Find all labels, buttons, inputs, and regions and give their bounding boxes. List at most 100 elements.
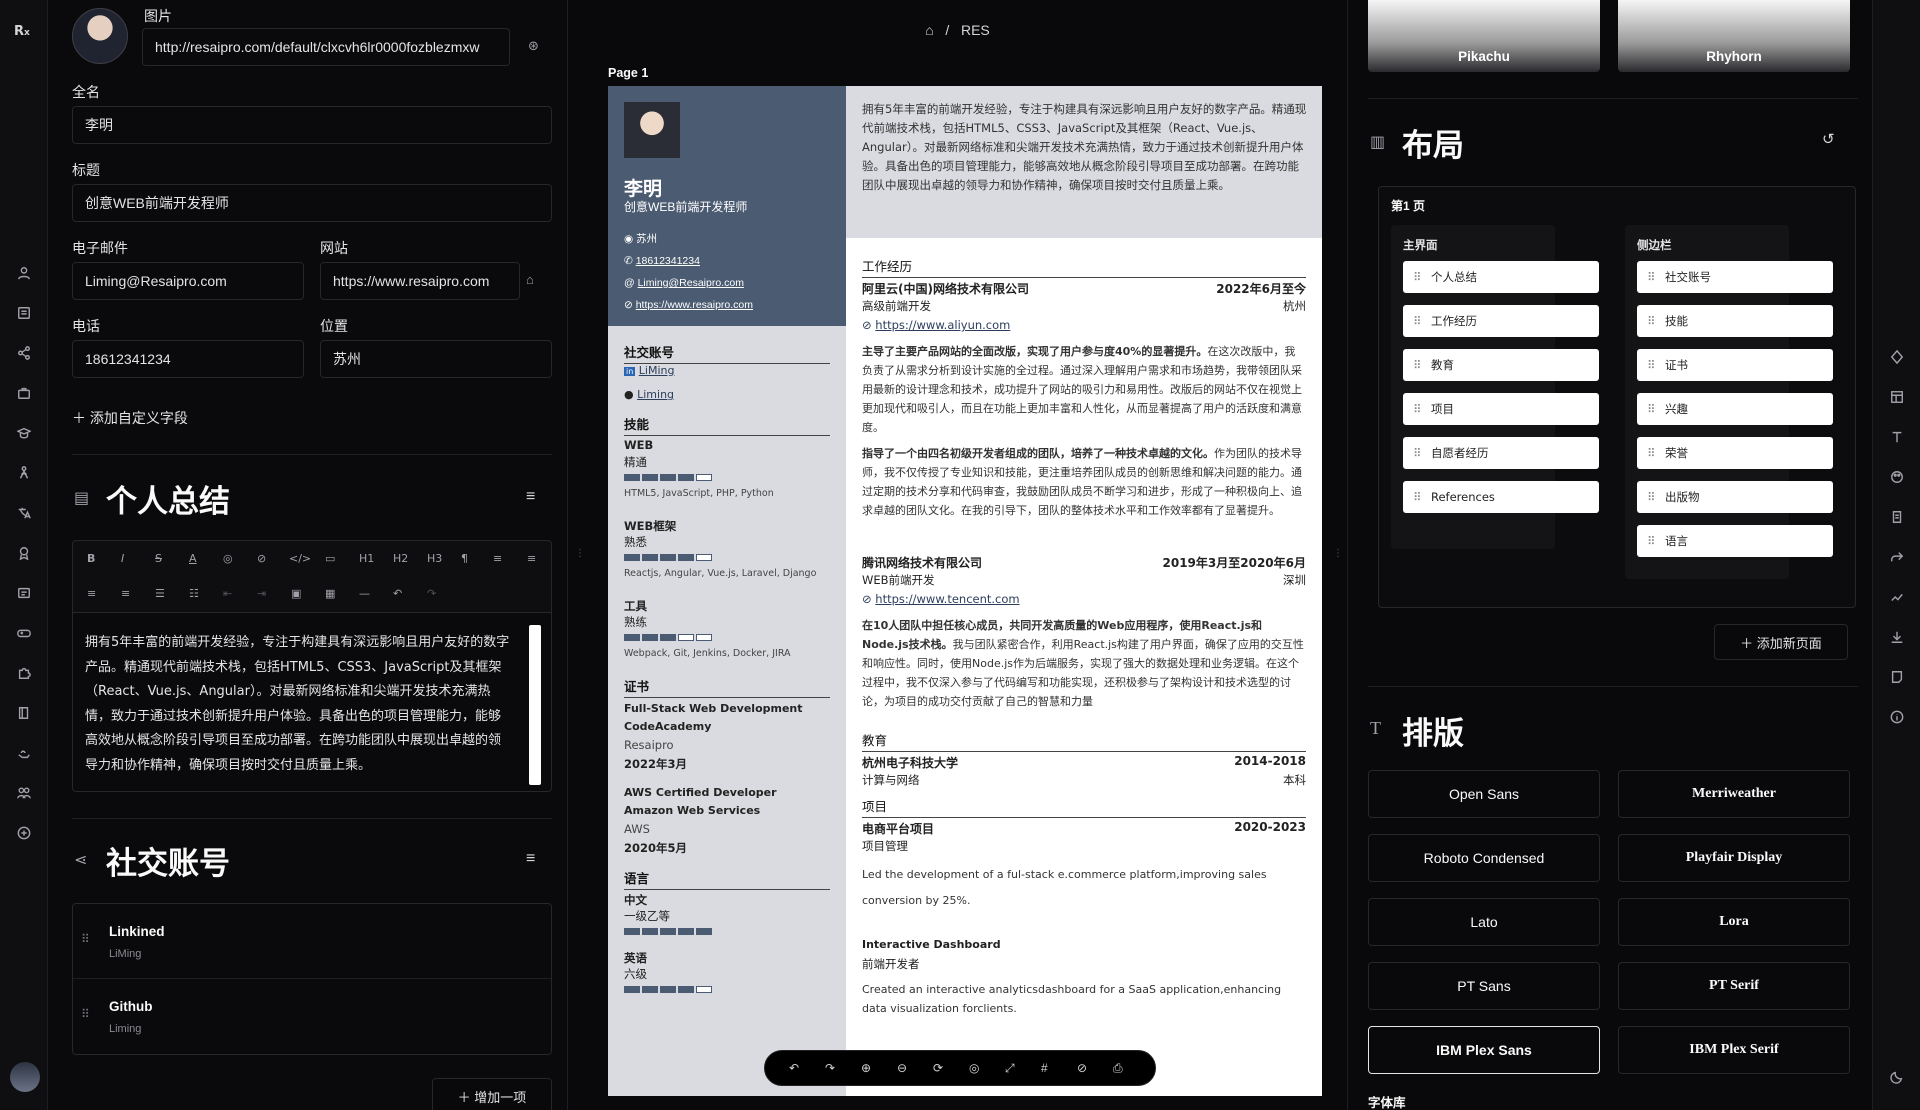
email-input[interactable]: Liming@Resaipro.com <box>72 262 304 300</box>
copy-link-icon[interactable]: ⊘ <box>1077 1061 1087 1075</box>
drag-handle-icon[interactable]: ⠿ <box>81 932 90 946</box>
resume-website-text[interactable]: https://www.resaipro.com <box>636 299 753 311</box>
drag-handle-icon[interactable]: ⠿ <box>1413 305 1421 337</box>
redo-icon[interactable]: ↷ <box>825 1061 835 1075</box>
download-icon[interactable] <box>1873 624 1920 650</box>
font-option[interactable]: Roboto Condensed <box>1368 834 1600 882</box>
resume-phone-text[interactable]: 18612341234 <box>636 255 700 267</box>
article-icon[interactable] <box>0 300 48 326</box>
font-option[interactable]: Lora <box>1618 898 1850 946</box>
font-option[interactable]: IBM Plex Serif <box>1618 1026 1850 1074</box>
drag-handle-icon[interactable]: ⠿ <box>1647 261 1655 293</box>
github-link[interactable]: Liming <box>637 388 674 401</box>
aperture-icon[interactable]: ⊛ <box>528 38 539 54</box>
fullname-input[interactable]: 李明 <box>72 106 552 144</box>
home-icon[interactable]: ⌂ <box>925 22 933 38</box>
interests-icon[interactable] <box>0 580 48 606</box>
info-icon[interactable] <box>1873 704 1920 730</box>
layout-item[interactable]: ⠿ 社交账号 <box>1637 261 1833 293</box>
layout-item[interactable]: ⠿ 出版物 <box>1637 481 1833 513</box>
template-card[interactable]: Rhyhorn <box>1618 0 1850 72</box>
headline-input[interactable]: 创意WEB前端开发程师 <box>72 184 552 222</box>
drag-handle-icon[interactable]: ⠿ <box>1647 437 1655 469</box>
download-pdf-icon[interactable]: ⎙ <box>1113 1061 1123 1076</box>
puzzle-icon[interactable] <box>0 660 48 686</box>
add-custom-field-button[interactable]: ＋ 添加自定义字段 <box>72 408 188 428</box>
add-item-button[interactable]: ＋ 增加一项 <box>432 1078 552 1110</box>
layout-item[interactable]: ⠿ 自愿者经历 <box>1403 437 1599 469</box>
graduation-cap-icon[interactable] <box>0 420 48 446</box>
statistics-icon[interactable] <box>1873 584 1920 610</box>
palette-icon[interactable] <box>1873 464 1920 490</box>
expand-icon[interactable]: ⤢ <box>1005 1061 1015 1076</box>
outdent-icon[interactable]: ⇤ <box>223 587 232 600</box>
ordered-list-icon[interactable]: ☷ <box>189 587 199 600</box>
center-view-icon[interactable]: ◎ <box>969 1061 979 1075</box>
reset-zoom-icon[interactable]: ⟳ <box>933 1061 943 1075</box>
skills-icon[interactable] <box>0 460 48 486</box>
layout-item[interactable]: ⠿ 教育 <box>1403 349 1599 381</box>
layout-item[interactable]: ⠿ 兴趣 <box>1637 393 1833 425</box>
typography-icon[interactable] <box>1873 424 1920 450</box>
zoom-out-icon[interactable]: ⊖ <box>897 1061 907 1075</box>
template-icon[interactable] <box>1873 344 1920 370</box>
layout-item[interactable]: ⠿ 个人总结 <box>1403 261 1599 293</box>
drag-handle-icon[interactable]: ⠿ <box>1647 393 1655 425</box>
drag-handle-icon[interactable]: ⠿ <box>1413 437 1421 469</box>
award-icon[interactable] <box>0 540 48 566</box>
location-input[interactable]: 苏州 <box>320 340 552 378</box>
align-right-icon[interactable]: ≡ <box>87 587 96 600</box>
font-option[interactable]: IBM Plex Sans <box>1368 1026 1600 1074</box>
drag-handle-icon[interactable]: ⠿ <box>1647 305 1655 337</box>
undo-icon[interactable]: ↶ <box>789 1061 799 1075</box>
photo-url-input[interactable]: http://resaipro.com/default/clxcvh6lr000… <box>142 28 510 66</box>
company-url[interactable]: https://www.tencent.com <box>875 592 1019 606</box>
users-icon[interactable] <box>0 780 48 806</box>
user-avatar[interactable] <box>10 1062 40 1092</box>
editor-scrollbar[interactable] <box>529 625 541 785</box>
resume-email-text[interactable]: Liming@Resaipro.com <box>638 277 744 289</box>
heading3-icon[interactable]: H3 <box>427 552 442 565</box>
drag-handle-icon[interactable]: ⠿ <box>1647 349 1655 381</box>
resize-handle-right[interactable]: ⋮ <box>1333 548 1343 559</box>
drag-handle-icon[interactable]: ⠿ <box>1413 393 1421 425</box>
code-block-icon[interactable]: ▭ <box>325 552 335 565</box>
drag-handle-icon[interactable]: ⠿ <box>1413 349 1421 381</box>
layout-item[interactable]: ⠿ 语言 <box>1637 525 1833 557</box>
profile-photo[interactable] <box>72 8 128 64</box>
image-icon[interactable]: ▣ <box>291 587 301 600</box>
paragraph-icon[interactable]: ¶ <box>461 552 468 565</box>
table-icon[interactable]: ▦ <box>325 587 335 600</box>
indent-icon[interactable]: ⇥ <box>257 587 266 600</box>
strikethrough-icon[interactable]: S <box>155 552 162 565</box>
layout-item[interactable]: ⠿ 项目 <box>1403 393 1599 425</box>
user-icon[interactable] <box>0 260 48 286</box>
layout-item[interactable]: ⠿ References <box>1403 481 1599 513</box>
drag-handle-icon[interactable]: ⠿ <box>1413 481 1421 513</box>
add-page-button[interactable]: ＋ 添加新页面 <box>1714 624 1848 660</box>
horizontal-rule-icon[interactable]: — <box>359 587 370 600</box>
layout-item[interactable]: ⠿ 荣誉 <box>1637 437 1833 469</box>
bold-icon[interactable]: B <box>87 552 95 565</box>
section-menu-icon[interactable]: ≡ <box>526 850 535 868</box>
layout-item[interactable]: ⠿ 证书 <box>1637 349 1833 381</box>
briefcase-icon[interactable] <box>0 380 48 406</box>
book-icon[interactable] <box>0 700 48 726</box>
list-item[interactable]: ⠿ Linkined LiMing <box>73 904 551 979</box>
font-option[interactable]: PT Sans <box>1368 962 1600 1010</box>
template-card[interactable]: Pikachu <box>1368 0 1600 72</box>
tag-icon[interactable]: ⌂ <box>526 272 534 287</box>
summary-editor[interactable]: 拥有5年丰富的前端开发经验，专注于构建具有深远影响且用户友好的数字产品。精通现代… <box>72 612 552 792</box>
font-option[interactable]: Playfair Display <box>1618 834 1850 882</box>
italic-icon[interactable]: I <box>121 552 124 565</box>
phone-input[interactable]: 18612341234 <box>72 340 304 378</box>
text-color-icon[interactable]: A <box>189 552 197 565</box>
zoom-in-icon[interactable]: ⊕ <box>861 1061 871 1075</box>
undo-icon[interactable]: ↶ <box>393 587 402 600</box>
notes-icon[interactable] <box>1873 664 1920 690</box>
css-icon[interactable] <box>1873 504 1920 530</box>
highlight-icon[interactable]: ◎ <box>223 552 233 565</box>
section-menu-icon[interactable]: ≡ <box>526 488 535 506</box>
grid-icon[interactable]: # <box>1041 1061 1048 1075</box>
justify-icon[interactable]: ≡ <box>121 587 130 600</box>
